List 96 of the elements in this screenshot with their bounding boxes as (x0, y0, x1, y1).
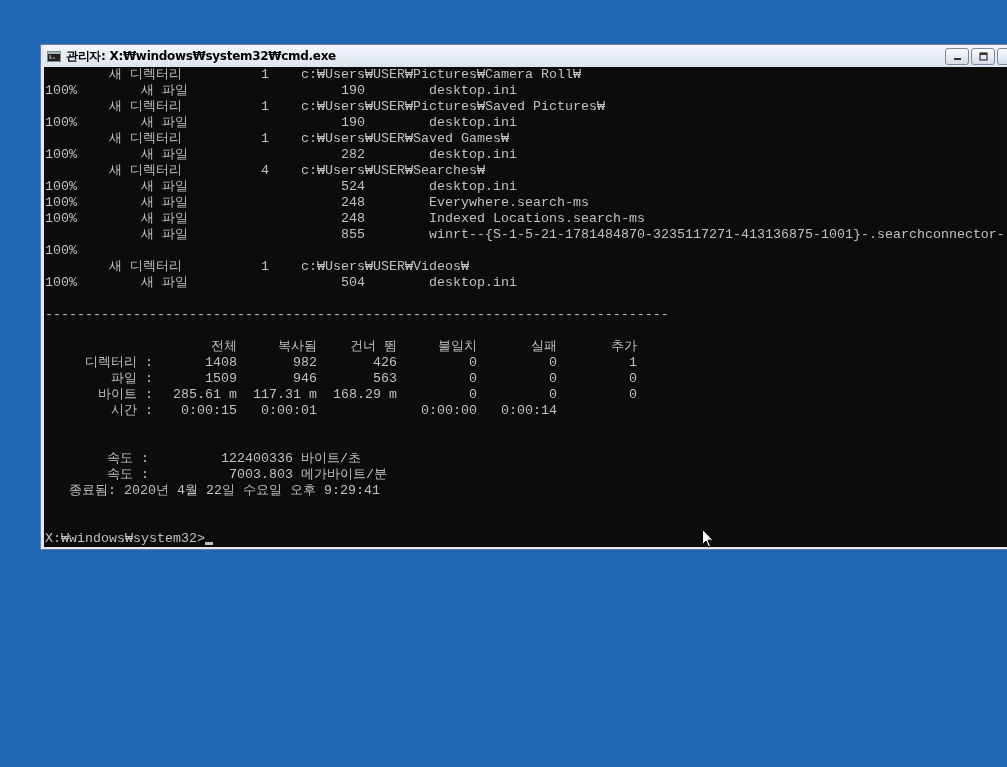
command-prompt: X:₩windows₩system32> (45, 531, 205, 547)
directory-path: c:₩Users₩USER₩Pictures₩Camera Roll₩ (301, 67, 582, 83)
file-name: desktop.ini (429, 275, 518, 291)
finished-time: 2020년 4월 22일 수요일 오후 9:29:41 (124, 483, 380, 499)
speed-value: 7003.803 (228, 467, 294, 483)
entry-type: 새 디렉터리 (109, 67, 183, 83)
row-label: 바이트 : (97, 387, 154, 403)
file-count: 1 (261, 67, 270, 83)
summary-value: 168.29 m (333, 387, 397, 402)
file-name: Indexed Locations.search-ms (429, 211, 646, 227)
row-label: 시간 : (110, 403, 154, 419)
file-size: 248 (341, 211, 366, 227)
column-header: 불일치 (437, 339, 477, 355)
file-name: Everywhere.search-ms (429, 195, 590, 211)
summary-value: 563 (373, 371, 397, 386)
summary-value: 0:00:00 (421, 403, 477, 418)
maximize-icon (978, 51, 988, 61)
summary-value: 0 (629, 371, 637, 386)
file-size: 504 (341, 275, 366, 291)
progress-percent: 100% (45, 83, 78, 99)
column-header: 실패 (530, 339, 557, 355)
summary-value: 0:00:15 (181, 403, 237, 418)
summary-value: 0 (549, 387, 557, 402)
entry-type: 새 파일 (141, 275, 189, 291)
window-title: 관리자: X:₩windows₩system32₩cmd.exe (66, 47, 336, 65)
column-header: 전체 (210, 339, 237, 355)
summary-value: 0 (549, 371, 557, 386)
summary-value: 1 (629, 355, 637, 370)
summary-value: 1509 (205, 371, 237, 386)
finished-label: 종료됨: (69, 483, 116, 499)
column-header: 복사됨 (277, 339, 317, 355)
entry-type: 새 파일 (141, 211, 189, 227)
summary-value: 0:00:01 (261, 403, 317, 418)
speed-unit: 바이트/초 (301, 451, 361, 467)
directory-path: c:₩Users₩USER₩Saved Games₩ (301, 131, 510, 147)
file-size: 248 (341, 195, 366, 211)
summary-value: 0 (629, 387, 637, 402)
summary-value: 982 (293, 355, 317, 370)
column-header: 추가 (610, 339, 637, 355)
column-header: 건너 뜀 (349, 339, 397, 355)
summary-value: 285.61 m (173, 387, 237, 402)
summary-value: 0 (469, 387, 477, 402)
summary-value: 1408 (205, 355, 237, 370)
entry-type: 새 디렉터리 (109, 131, 183, 147)
progress-percent: 100% (45, 195, 78, 211)
file-name: desktop.ini (429, 179, 518, 195)
entry-type: 새 디렉터리 (109, 163, 183, 179)
speed-label: 속도 : (106, 467, 150, 483)
text-cursor (204, 542, 213, 545)
row-label: 파일 : (110, 371, 154, 387)
summary-value: 117.31 m (253, 387, 317, 402)
entry-type: 새 파일 (141, 83, 189, 99)
file-name: winrt--{S-1-5-21-1781484870-3235117271-413136875-1001}-.searchconnector- (429, 227, 1006, 243)
file-size: 524 (341, 179, 366, 195)
entry-type: 새 파일 (141, 227, 189, 243)
file-name: desktop.ini (429, 115, 518, 131)
minimize-icon (953, 58, 961, 60)
summary-value: 0 (549, 355, 557, 370)
entry-type: 새 디렉터리 (109, 99, 183, 115)
file-size: 282 (341, 147, 366, 163)
entry-type: 새 파일 (141, 179, 189, 195)
speed-value: 122400336 (220, 451, 294, 467)
file-name: desktop.ini (429, 147, 518, 163)
minimize-button[interactable] (945, 47, 970, 65)
separator-line: ------------------------------------------------------------------------------ (45, 307, 669, 322)
file-size: 855 (341, 227, 366, 243)
progress-percent: 100% (45, 275, 78, 291)
row-label: 디렉터리 : (84, 355, 154, 371)
speed-label: 속도 : (106, 451, 150, 467)
file-size: 190 (341, 83, 366, 99)
entry-type: 새 디렉터리 (109, 259, 183, 275)
speed-unit: 메가바이트/분 (301, 467, 387, 483)
summary-value: 946 (293, 371, 317, 386)
summary-value: 426 (373, 355, 397, 370)
file-name: desktop.ini (429, 83, 518, 99)
file-count: 1 (261, 259, 270, 275)
file-count: 4 (261, 163, 270, 179)
summary-value: 0 (469, 371, 477, 386)
progress-percent: 100% (45, 179, 78, 195)
summary-value: 0:00:14 (501, 403, 557, 418)
summary-value: 0 (469, 355, 477, 370)
entry-type: 새 파일 (141, 115, 189, 131)
file-size: 190 (341, 115, 366, 131)
file-count: 1 (261, 131, 270, 147)
progress-percent: 100% (45, 243, 78, 259)
maximize-button[interactable] (971, 47, 996, 65)
directory-path: c:₩Users₩USER₩Searches₩ (301, 163, 486, 179)
progress-percent: 100% (45, 147, 78, 163)
entry-type: 새 파일 (141, 195, 189, 211)
console-icon (47, 50, 61, 62)
progress-percent: 100% (45, 211, 78, 227)
file-count: 1 (261, 99, 270, 115)
directory-path: c:₩Users₩USER₩Pictures₩Saved Pictures₩ (301, 99, 606, 115)
progress-percent: 100% (45, 115, 78, 131)
entry-type: 새 파일 (141, 147, 189, 163)
directory-path: c:₩Users₩USER₩Videos₩ (301, 259, 470, 275)
